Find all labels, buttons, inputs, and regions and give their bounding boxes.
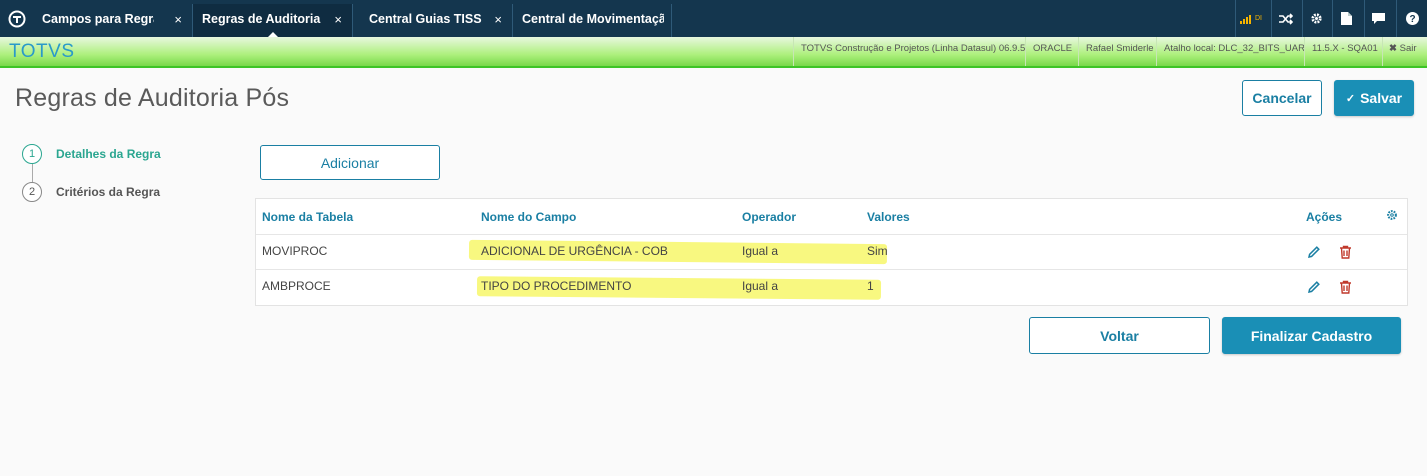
document-icon[interactable] — [1332, 0, 1360, 37]
cell-value: 1 — [867, 279, 874, 293]
column-header-table[interactable]: Nome da Tabela — [262, 199, 353, 235]
cell-field: TIPO DO PROCEDIMENTO — [481, 279, 632, 293]
delete-icon[interactable] — [1337, 278, 1353, 296]
edit-icon[interactable] — [1306, 278, 1322, 296]
tab-label: Central Guias TISS — [369, 12, 482, 26]
info-bar: TOTVS TOTVS Construção e Projetos (Linha… — [0, 37, 1427, 68]
signal-text: DI — [1255, 15, 1262, 22]
table-row: AMBPROCE TIPO DO PROCEDIMENTO Igual a 1 — [256, 269, 1407, 304]
delete-icon[interactable] — [1337, 243, 1353, 261]
version-info: 11.5.X - SQA01 — [1304, 37, 1382, 66]
cell-table: MOVIPROC — [262, 244, 328, 258]
exit-label: Sair — [1399, 43, 1417, 54]
step-label: Detalhes da Regra — [56, 147, 161, 161]
step-connector — [32, 164, 33, 182]
cell-operator: Igual a — [742, 279, 779, 293]
shortcut-info: Atalho local: DLC_32_BITS_UAR — [1156, 37, 1304, 66]
save-label: Salvar — [1360, 90, 1403, 106]
company-info[interactable]: TOTVS Construção e Projetos (Linha Datas… — [793, 37, 1025, 66]
top-tab-bar: Campos para Regras de × Regras de Audito… — [0, 0, 1427, 37]
chat-icon[interactable] — [1364, 0, 1392, 37]
svg-text:?: ? — [1409, 14, 1415, 25]
column-header-values[interactable]: Valores — [867, 199, 910, 235]
criteria-table: Nome da Tabela Nome do Campo Operador Va… — [255, 198, 1408, 306]
tab-label: Campos para Regras de — [42, 12, 154, 26]
edit-icon[interactable] — [1306, 243, 1322, 261]
tab-central-guias-tiss[interactable]: Central Guias TISS × — [353, 4, 513, 37]
save-button[interactable]: ✓ Salvar — [1334, 80, 1414, 116]
step-number: 1 — [22, 144, 42, 164]
totvs-logo-icon[interactable] — [0, 0, 33, 37]
tab-close-icon[interactable]: × — [334, 4, 342, 35]
add-button[interactable]: Adicionar — [260, 145, 440, 180]
close-icon: ✖ — [1389, 43, 1397, 54]
cell-field: ADICIONAL DE URGÊNCIA - COB — [481, 244, 668, 258]
cell-table: AMBPROCE — [262, 279, 331, 293]
column-header-operator[interactable]: Operador — [742, 199, 796, 235]
tab-central-de-movimentacao[interactable]: Central de Movimentação — [513, 4, 672, 37]
tab-label: Central de Movimentação — [522, 12, 664, 26]
database-info: ORACLE — [1025, 37, 1078, 66]
help-icon[interactable]: ? — [1396, 0, 1427, 37]
step-number: 2 — [22, 182, 42, 202]
tab-campos-para-regras[interactable]: Campos para Regras de × — [33, 4, 193, 37]
gear-icon[interactable] — [1302, 0, 1330, 37]
step-detalhes-da-regra[interactable]: 1 Detalhes da Regra — [22, 144, 161, 164]
back-button[interactable]: Voltar — [1029, 317, 1210, 354]
cell-operator: Igual a — [742, 244, 779, 258]
tab-label: Regras de Auditoria e — [202, 12, 322, 26]
exit-button[interactable]: ✖ Sair — [1382, 37, 1427, 66]
column-header-actions: Ações — [1306, 210, 1343, 224]
tab-close-icon[interactable]: × — [494, 4, 502, 35]
tab-close-icon[interactable]: × — [174, 4, 182, 35]
cell-value: Sim — [867, 244, 888, 258]
step-label: Critérios da Regra — [56, 185, 161, 199]
column-settings-icon[interactable] — [1386, 209, 1398, 225]
shuffle-icon[interactable] — [1271, 0, 1299, 37]
check-icon: ✓ — [1345, 92, 1356, 105]
finish-button[interactable]: Finalizar Cadastro — [1222, 317, 1401, 354]
brand-logo: TOTVS — [9, 41, 75, 62]
page-title: Regras de Auditoria Pós — [15, 84, 290, 112]
column-header-field[interactable]: Nome do Campo — [481, 199, 576, 235]
step-criterios-da-regra[interactable]: 2 Critérios da Regra — [22, 182, 160, 202]
cancel-button[interactable]: Cancelar — [1242, 80, 1322, 116]
signal-icon[interactable]: DI — [1235, 0, 1266, 37]
table-row: MOVIPROC ADICIONAL DE URGÊNCIA - COB Igu… — [256, 234, 1407, 269]
user-info[interactable]: Rafael Smiderle — [1078, 37, 1156, 66]
